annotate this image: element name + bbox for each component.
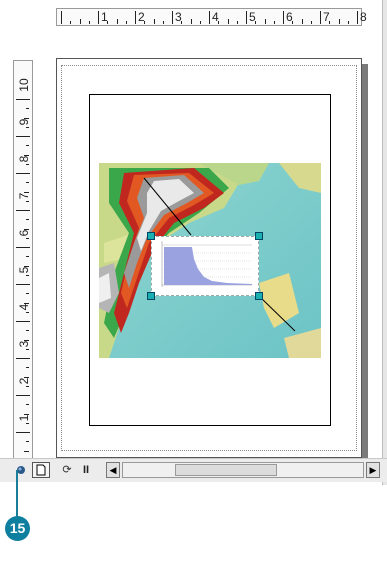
pause-button[interactable]: II xyxy=(80,462,92,478)
ruler-minor-tick xyxy=(26,219,29,221)
arrow-right-icon: ▶ xyxy=(369,465,377,475)
vertical-scrollbar[interactable] xyxy=(382,0,387,485)
ruler-label: 3 xyxy=(175,10,182,24)
ruler-minor-tick xyxy=(310,21,312,24)
callout-badge: 15 xyxy=(5,516,30,541)
profile-graph[interactable] xyxy=(151,236,259,296)
ruler-major-tick xyxy=(16,173,30,174)
ruler-major-tick xyxy=(320,11,321,24)
refresh-icon: ⟳ xyxy=(62,464,72,476)
pause-icon: II xyxy=(82,464,90,476)
ruler-major-tick xyxy=(16,284,30,285)
ruler-minor-tick xyxy=(347,21,349,24)
callout-leader-line xyxy=(16,470,18,520)
ruler-minor-tick xyxy=(79,19,81,24)
ruler-label: 1 xyxy=(17,414,31,422)
ruler-minor-tick xyxy=(273,21,275,24)
ruler-major-tick xyxy=(172,11,173,24)
ruler-major-tick xyxy=(209,11,210,24)
ruler-minor-tick xyxy=(26,182,29,184)
ruler-minor-tick xyxy=(24,450,29,452)
ruler-label: 9 xyxy=(17,118,31,126)
ruler-major-tick xyxy=(16,432,30,433)
ruler-major-tick xyxy=(16,210,30,211)
ruler-major-tick xyxy=(16,395,30,396)
ruler-label: 4 xyxy=(212,10,219,24)
horizontal-scroll-track[interactable] xyxy=(122,462,364,478)
page-icon xyxy=(36,464,46,476)
ruler-minor-tick xyxy=(199,21,201,24)
ruler-major-tick xyxy=(16,321,30,322)
selection-handle-bottom-left[interactable] xyxy=(147,292,155,300)
ruler-label: 1 xyxy=(101,10,108,24)
ruler-label: 5 xyxy=(249,10,256,24)
ruler-minor-tick xyxy=(227,19,229,24)
arrow-left-icon: ◀ xyxy=(109,465,117,475)
ruler-major-tick xyxy=(16,247,30,248)
ruler-minor-tick xyxy=(338,19,340,24)
ruler-label: 10 xyxy=(17,78,31,92)
ruler-minor-tick xyxy=(26,330,29,332)
ruler-label: 5 xyxy=(17,266,31,274)
profile-graph-plot xyxy=(161,241,252,287)
ruler-label: 8 xyxy=(17,155,31,163)
ruler-label: 6 xyxy=(17,229,31,237)
ruler-major-tick xyxy=(98,11,99,24)
ruler-minor-tick xyxy=(88,21,90,24)
ruler-minor-tick xyxy=(125,21,127,24)
selection-handle-top-right[interactable] xyxy=(255,232,263,240)
ruler-major-tick xyxy=(16,136,30,137)
ruler-major-tick xyxy=(16,99,30,100)
ruler-minor-tick xyxy=(26,404,29,406)
ruler-major-tick xyxy=(135,11,136,24)
ruler-minor-tick xyxy=(236,21,238,24)
ruler-minor-tick xyxy=(70,21,72,24)
ruler-major-tick xyxy=(61,11,62,24)
ruler-minor-tick xyxy=(26,441,29,443)
horizontal-ruler: 1 2 3 4 5 6 7 8 xyxy=(56,8,367,26)
ruler-major-tick xyxy=(283,11,284,24)
ruler-major-tick xyxy=(16,358,30,359)
selection-handle-bottom-right[interactable] xyxy=(255,292,263,300)
horizontal-scroll-thumb[interactable] xyxy=(175,464,277,476)
ruler-minor-tick xyxy=(26,367,29,369)
refresh-button[interactable]: ⟳ xyxy=(60,462,74,478)
ruler-label: 7 xyxy=(323,10,330,24)
layout-view-button[interactable] xyxy=(32,462,50,478)
ruler-label: 8 xyxy=(360,10,367,24)
ruler-minor-tick xyxy=(116,19,118,24)
scroll-left-button[interactable]: ◀ xyxy=(106,462,120,478)
ruler-minor-tick xyxy=(301,19,303,24)
ruler-major-tick xyxy=(246,11,247,24)
ruler-label: 3 xyxy=(17,340,31,348)
ruler-minor-tick xyxy=(264,19,266,24)
ruler-label: 4 xyxy=(17,303,31,311)
scroll-right-button[interactable]: ▶ xyxy=(366,462,380,478)
ruler-label: 6 xyxy=(286,10,293,24)
vertical-ruler: 10 9 8 7 6 5 4 3 2 1 xyxy=(13,60,33,461)
ruler-minor-tick xyxy=(26,145,29,147)
ruler-minor-tick xyxy=(162,21,164,24)
ruler-minor-tick xyxy=(190,19,192,24)
ruler-label: 2 xyxy=(138,10,145,24)
ruler-minor-tick xyxy=(26,108,29,110)
selection-handle-top-left[interactable] xyxy=(147,232,155,240)
ruler-label: 7 xyxy=(17,192,31,200)
ruler-minor-tick xyxy=(26,293,29,295)
ruler-minor-tick xyxy=(153,19,155,24)
ruler-label: 2 xyxy=(17,377,31,385)
ruler-minor-tick xyxy=(26,256,29,258)
view-toolbar: ⟳ II ◀ ▶ xyxy=(0,458,387,482)
ruler-major-tick xyxy=(357,11,358,24)
